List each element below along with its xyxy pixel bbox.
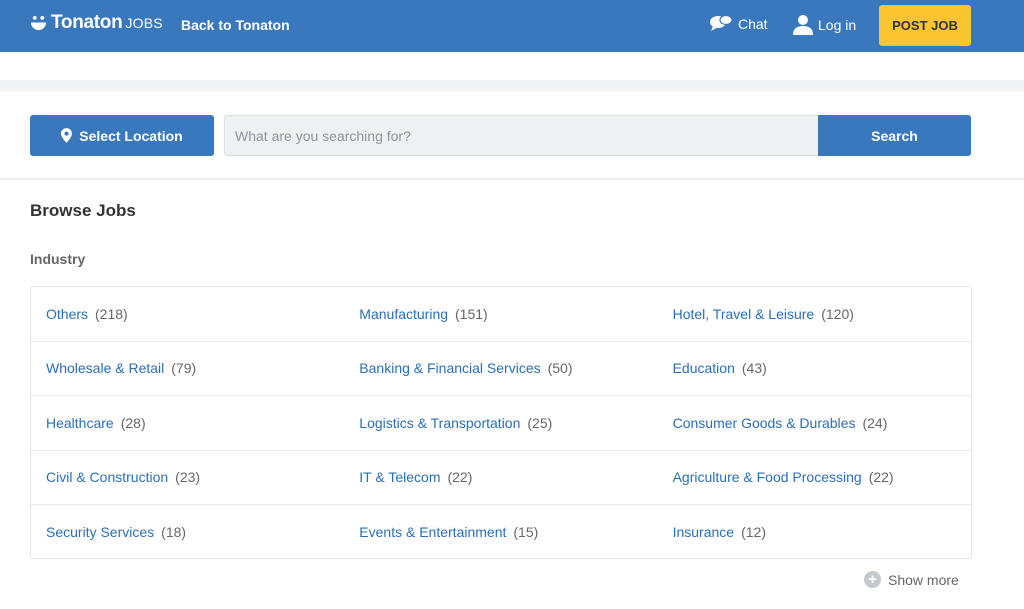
industry-label: Industry: [30, 251, 86, 267]
chat-label: Chat: [738, 15, 768, 32]
industry-item[interactable]: Others (218): [31, 287, 344, 341]
industry-item[interactable]: Security Services (18): [31, 505, 344, 560]
chat-icon: [710, 15, 732, 31]
industry-item[interactable]: IT & Telecom (22): [344, 451, 657, 505]
tonaton-jobs-logo[interactable]: Tonaton JOBS: [30, 12, 163, 34]
industry-item[interactable]: Insurance (12): [658, 505, 971, 560]
search-input[interactable]: [224, 115, 819, 156]
industry-item[interactable]: Events & Entertainment (15): [344, 505, 657, 560]
industry-name[interactable]: Hotel, Travel & Leisure: [673, 306, 815, 322]
industry-count: (43): [741, 360, 767, 377]
industry-name[interactable]: Manufacturing: [359, 306, 448, 322]
smile-logo-icon: [30, 15, 47, 30]
industry-name[interactable]: Wholesale & Retail: [46, 360, 164, 376]
logo-sub: JOBS: [125, 15, 163, 31]
show-more-label: Show more: [888, 571, 959, 588]
industry-name[interactable]: Banking & Financial Services: [359, 360, 540, 376]
industry-count: (22): [868, 469, 894, 486]
login-label: Log in: [818, 16, 857, 33]
industry-name[interactable]: Events & Entertainment: [359, 524, 506, 540]
industry-name[interactable]: Insurance: [673, 524, 734, 540]
back-to-tonaton-link[interactable]: Back to Tonaton: [181, 17, 290, 33]
industry-count: (18): [161, 524, 187, 541]
plus-circle-icon: +: [864, 571, 881, 588]
select-location-button[interactable]: Select Location: [30, 115, 214, 156]
industry-row: Civil & Construction (23) IT & Telecom (22…: [31, 451, 971, 505]
industry-name[interactable]: IT & Telecom: [359, 469, 440, 485]
search-button[interactable]: Search: [818, 115, 971, 156]
industry-grid: Others (218) Manufacturing (151) Hotel, Tr…: [30, 286, 972, 559]
industry-row: Security Services (18) Events & Entertain…: [31, 505, 971, 560]
industry-count: (79): [171, 360, 197, 377]
logo-name: Tonaton: [51, 12, 123, 33]
login-link[interactable]: Log in: [793, 14, 856, 35]
section-separator: [0, 80, 1024, 91]
location-pin-icon: [61, 128, 73, 143]
industry-item[interactable]: Manufacturing (151): [344, 287, 657, 341]
industry-name[interactable]: Consumer Goods & Durables: [673, 415, 856, 431]
top-navbar: Tonaton JOBS Back to Tonaton Chat Log in…: [0, 0, 1024, 52]
industry-name[interactable]: Healthcare: [46, 415, 114, 431]
industry-count: (28): [120, 414, 146, 431]
post-job-button[interactable]: POST JOB: [879, 5, 971, 46]
industry-count: (24): [862, 414, 888, 431]
industry-item[interactable]: Education (43): [658, 342, 971, 396]
divider: [0, 178, 1024, 180]
industry-count: (120): [821, 305, 854, 322]
industry-count: (50): [547, 360, 573, 377]
industry-name[interactable]: Security Services: [46, 524, 154, 540]
industry-name[interactable]: Civil & Construction: [46, 469, 168, 485]
industry-count: (151): [455, 305, 488, 322]
show-more-button[interactable]: + Show more: [864, 571, 959, 588]
industry-name[interactable]: Education: [673, 360, 735, 376]
industry-count: (15): [513, 524, 539, 541]
industry-item[interactable]: Consumer Goods & Durables (24): [658, 396, 971, 450]
select-location-label: Select Location: [79, 127, 183, 144]
user-icon: [793, 15, 813, 35]
industry-row: Others (218) Manufacturing (151) Hotel, Tr…: [31, 287, 971, 342]
industry-item[interactable]: Logistics & Transportation (25): [344, 396, 657, 450]
industry-row: Healthcare (28) Logistics & Transportatio…: [31, 396, 971, 451]
industry-item[interactable]: Civil & Construction (23): [31, 451, 344, 505]
industry-item[interactable]: Wholesale & Retail (79): [31, 342, 344, 396]
industry-count: (12): [741, 524, 766, 541]
industry-name[interactable]: Agriculture & Food Processing: [673, 469, 862, 485]
industry-item[interactable]: Banking & Financial Services (50): [344, 342, 657, 396]
industry-count: (25): [527, 414, 553, 431]
industry-item[interactable]: Agriculture & Food Processing (22): [658, 451, 971, 505]
industry-name[interactable]: Others: [46, 306, 88, 322]
industry-item[interactable]: Healthcare (28): [31, 396, 344, 450]
browse-jobs-heading: Browse Jobs: [30, 201, 136, 220]
industry-name[interactable]: Logistics & Transportation: [359, 415, 520, 431]
industry-count: (23): [175, 469, 201, 486]
industry-count: (218): [95, 305, 128, 322]
industry-count: (22): [447, 469, 473, 486]
industry-item[interactable]: Hotel, Travel & Leisure (120): [658, 287, 971, 341]
chat-link[interactable]: Chat: [710, 15, 768, 32]
industry-row: Wholesale & Retail (79) Banking & Financi…: [31, 342, 971, 396]
